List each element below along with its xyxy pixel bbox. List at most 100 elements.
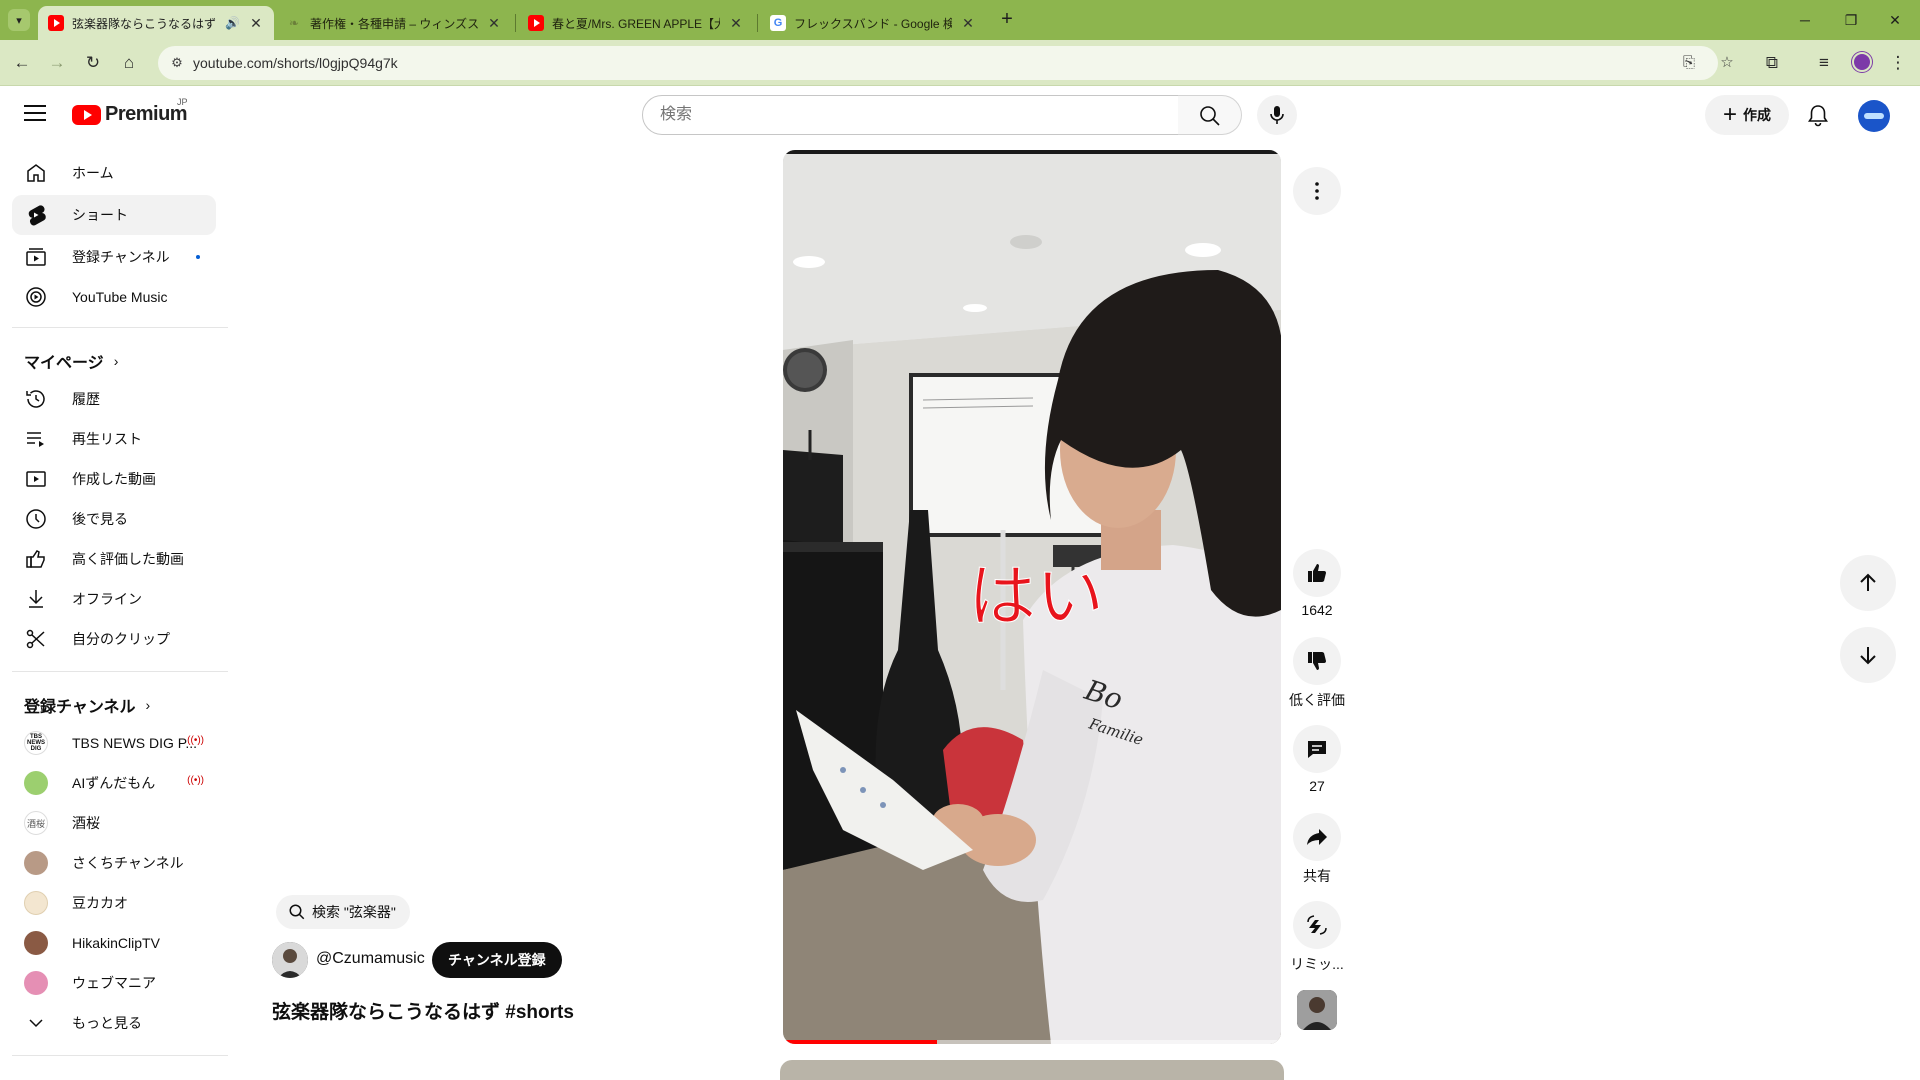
chevron-down-icon	[29, 1019, 43, 1028]
sidebar-item-offline[interactable]: オフライン	[12, 579, 216, 619]
sidebar-item-shorts[interactable]: ショート	[12, 195, 216, 235]
close-icon[interactable]: ✕	[728, 15, 744, 32]
sidebar-item-label: 高く評価した動画	[72, 551, 184, 567]
sidebar-item-home[interactable]: ホーム	[12, 153, 216, 193]
previous-short-button[interactable]	[1840, 555, 1896, 611]
site-info-icon[interactable]: ⚙	[168, 54, 186, 72]
account-avatar[interactable]	[1858, 100, 1890, 132]
next-short-button[interactable]	[1840, 627, 1896, 683]
sidebar-show-more[interactable]: もっと見る	[12, 1003, 216, 1043]
my-page-heading[interactable]: マイページ ›	[24, 349, 118, 373]
forward-icon[interactable]: →	[45, 51, 69, 75]
sidebar-item-watch-later[interactable]: 後で見る	[12, 499, 216, 539]
sidebar-item-label: もっと見る	[72, 1015, 142, 1031]
tab-copyright-application[interactable]: ❧ 著作権・各種申請 – ウィンズスコア ✕	[276, 6, 512, 40]
sidebar-channel-tbs-news-dig[interactable]: TBS NEWS DIG TBS NEWS DIG P... ((•))	[12, 723, 216, 763]
sidebar-item-liked-videos[interactable]: 高く評価した動画	[12, 539, 216, 579]
home-icon[interactable]: ⌂	[117, 51, 141, 75]
like-button[interactable]	[1293, 549, 1341, 597]
sidebar-item-label: 登録チャンネル	[72, 249, 170, 265]
voice-search-button[interactable]	[1257, 95, 1297, 135]
next-short-preview[interactable]	[780, 1060, 1284, 1080]
subscribe-button[interactable]: チャンネル登録	[432, 942, 562, 978]
close-window-icon[interactable]: ✕	[1880, 8, 1910, 32]
sidebar-item-youtube-music[interactable]: YouTube Music	[12, 277, 216, 317]
url-text[interactable]: youtube.com/shorts/l0gjpQ94g7k	[193, 55, 398, 71]
comment-icon	[1308, 741, 1326, 758]
sidebar-item-subscriptions[interactable]: 登録チャンネル	[12, 237, 216, 277]
browser-menu-icon[interactable]: ⋮	[1886, 51, 1910, 75]
subscriptions-heading[interactable]: 登録チャンネル ›	[24, 693, 150, 717]
sidebar-item-label: 履歴	[72, 391, 100, 407]
avatar-text: TBS NEWS DIG	[27, 734, 45, 752]
sidebar-item-playlists[interactable]: 再生リスト	[12, 419, 216, 459]
sidebar-channel-ai-zundamon[interactable]: AIずんだもん ((•))	[12, 763, 216, 803]
search-icon	[1200, 106, 1220, 126]
close-icon[interactable]: ✕	[960, 15, 976, 32]
notifications-bell-icon[interactable]	[1800, 97, 1836, 133]
speaker-icon[interactable]: 🔊	[225, 16, 240, 30]
remix-label: リミッ...	[1290, 956, 1344, 972]
media-controls-icon[interactable]: ≡	[1812, 51, 1836, 75]
search-input[interactable]: 検索	[642, 95, 1179, 135]
comments-button[interactable]	[1293, 725, 1341, 773]
sidebar-channel-hikakinclip[interactable]: HikakinClipTV	[12, 923, 216, 963]
tab-separator	[515, 14, 516, 32]
create-button[interactable]: + 作成	[1705, 95, 1789, 135]
logo-text: Premium	[105, 103, 188, 125]
browser-profile-avatar[interactable]	[1852, 52, 1872, 72]
sidebar-item-your-clips[interactable]: 自分のクリップ	[12, 619, 216, 659]
channel-avatar[interactable]	[272, 942, 308, 978]
sidebar-item-label: 酒桜	[72, 815, 100, 831]
sound-source-thumbnail[interactable]	[1297, 990, 1337, 1030]
dislike-button[interactable]	[1293, 637, 1341, 685]
leaf-icon: ❧	[288, 16, 300, 30]
tab-google-search[interactable]: G フレックスバンド - Google 検索 ✕	[760, 6, 986, 40]
chevron-right-icon: ›	[145, 697, 151, 713]
sidebar-item-history[interactable]: 履歴	[12, 379, 216, 419]
new-content-dot	[196, 255, 200, 259]
tab-mrs-green-apple[interactable]: 春と夏/Mrs. GREEN APPLE【大阪 ✕	[518, 6, 754, 40]
channel-avatar	[24, 931, 48, 955]
sidebar-channel-webmania[interactable]: ウェブマニア	[12, 963, 216, 1003]
minimize-icon[interactable]: ─	[1790, 8, 1820, 32]
tab-separator	[757, 14, 758, 32]
close-icon[interactable]: ✕	[248, 15, 264, 32]
sidebar-item-label: ウェブマニア	[72, 975, 156, 991]
sidebar-item-your-videos[interactable]: 作成した動画	[12, 459, 216, 499]
watch-later-icon	[26, 509, 46, 529]
address-bar[interactable]: ⚙ youtube.com/shorts/l0gjpQ94g7k ⎘ ☆	[158, 46, 1734, 80]
video-progress-bar[interactable]	[783, 1040, 938, 1044]
youtube-premium-logo[interactable]: Premium JP	[72, 97, 188, 126]
more-options-button[interactable]	[1293, 167, 1341, 215]
extensions-icon[interactable]: ⧉	[1760, 51, 1784, 75]
sidebar-item-label: AIずんだもん	[72, 775, 156, 791]
short-video-player[interactable]: Bo Familie はい	[783, 150, 1281, 1044]
menu-icon[interactable]	[24, 105, 46, 123]
install-app-icon[interactable]: ⎘	[1680, 54, 1698, 72]
search-button[interactable]	[1178, 95, 1242, 135]
search-chip-label: 検索 "弦楽器"	[312, 904, 396, 920]
tab-search-button[interactable]: ▾	[8, 9, 30, 31]
back-icon[interactable]: ←	[10, 51, 34, 75]
restore-icon[interactable]: ❐	[1836, 8, 1866, 32]
channel-handle[interactable]: @Czumamusic	[316, 950, 425, 968]
share-button[interactable]	[1293, 813, 1341, 861]
history-icon	[26, 390, 45, 408]
channel-avatar	[24, 851, 48, 875]
remix-button[interactable]	[1293, 901, 1341, 949]
sidebar-channel-sakezakura[interactable]: 酒桜 酒桜	[12, 803, 216, 843]
new-tab-button[interactable]: +	[995, 8, 1019, 32]
related-search-chip[interactable]: 検索 "弦楽器"	[276, 895, 410, 929]
close-icon[interactable]: ✕	[486, 15, 502, 32]
youtube-logo-icon	[72, 104, 101, 125]
youtube-music-icon	[26, 287, 46, 307]
tab-title: 弦楽器隊ならこうなるはず #sh	[72, 16, 219, 31]
sidebar-channel-sakuchi[interactable]: さくちチャンネル	[12, 843, 216, 883]
sidebar-channel-mamecacao[interactable]: 豆カカオ	[12, 883, 216, 923]
reload-icon[interactable]: ↻	[81, 51, 105, 75]
youtube-icon	[528, 15, 544, 31]
bookmark-star-icon[interactable]: ☆	[1718, 54, 1736, 72]
sidebar-divider	[12, 1055, 228, 1056]
tab-shorts-video[interactable]: 弦楽器隊ならこうなるはず #sh 🔊 ✕	[38, 6, 274, 40]
